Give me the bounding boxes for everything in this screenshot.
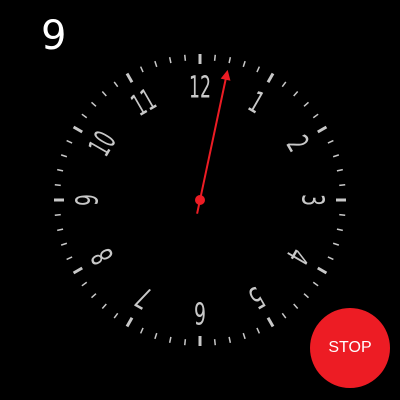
minute-tick xyxy=(183,54,187,61)
minute-tick xyxy=(256,327,261,334)
minute-tick xyxy=(336,168,343,172)
numeral-3: 3 xyxy=(295,194,330,206)
minute-tick xyxy=(281,312,287,319)
numeral-5: 5 xyxy=(242,279,270,315)
numeral-8: 8 xyxy=(85,242,121,270)
minute-tick xyxy=(242,332,246,340)
numeral-4: 4 xyxy=(279,242,315,270)
numeral-12: 12 xyxy=(189,71,211,106)
minute-tick xyxy=(228,57,232,64)
hour-tick xyxy=(125,317,134,328)
minute-tick xyxy=(139,327,144,334)
minute-tick xyxy=(113,312,119,319)
minute-tick xyxy=(281,81,287,88)
minute-tick xyxy=(303,293,310,299)
minute-tick xyxy=(54,183,61,187)
minute-tick xyxy=(57,168,64,172)
minute-tick xyxy=(213,339,217,346)
minute-tick xyxy=(332,154,340,158)
minute-tick xyxy=(101,303,107,310)
minute-tick xyxy=(213,54,217,61)
minute-tick xyxy=(60,154,68,158)
hour-tick xyxy=(266,317,275,328)
minute-tick xyxy=(57,228,64,232)
hour-tick xyxy=(317,266,328,275)
minute-tick xyxy=(339,183,346,187)
minute-tick xyxy=(81,281,88,287)
minute-tick xyxy=(66,139,73,144)
minute-tick xyxy=(336,228,343,232)
hour-tick xyxy=(125,72,134,83)
hour-tick xyxy=(72,266,83,275)
minute-tick xyxy=(183,339,187,346)
minute-tick xyxy=(293,303,299,310)
hour-tick xyxy=(317,125,328,134)
hour-tick xyxy=(266,72,275,83)
minute-tick xyxy=(168,336,172,343)
numeral-10: 10 xyxy=(82,126,123,163)
numeral-7: 7 xyxy=(130,279,158,315)
minute-tick xyxy=(256,66,261,73)
minute-tick xyxy=(60,242,68,246)
hour-tick xyxy=(72,125,83,134)
numeral-2: 2 xyxy=(279,130,315,158)
minute-tick xyxy=(332,242,340,246)
minute-tick xyxy=(90,293,97,299)
minute-tick xyxy=(242,60,246,68)
minute-tick xyxy=(228,336,232,343)
minute-tick xyxy=(327,256,334,261)
minute-tick xyxy=(66,256,73,261)
minute-tick xyxy=(101,90,107,97)
minute-tick xyxy=(113,81,119,88)
minute-tick xyxy=(90,101,97,107)
hand-pivot xyxy=(195,195,205,205)
stop-button[interactable]: STOP xyxy=(310,308,390,388)
minute-tick xyxy=(312,113,319,119)
numeral-1: 1 xyxy=(242,85,270,121)
minute-tick xyxy=(303,101,310,107)
second-hand-arrow xyxy=(220,69,231,81)
numeral-11: 11 xyxy=(126,82,163,123)
numeral-6: 6 xyxy=(194,295,206,330)
minute-tick xyxy=(293,90,299,97)
minute-tick xyxy=(339,213,346,217)
minute-tick xyxy=(81,113,88,119)
minute-tick xyxy=(154,60,158,68)
numeral-9: 9 xyxy=(71,194,106,206)
minute-tick xyxy=(139,66,144,73)
minute-tick xyxy=(168,57,172,64)
minute-tick xyxy=(312,281,319,287)
minute-tick xyxy=(54,213,61,217)
minute-tick xyxy=(327,139,334,144)
minute-tick xyxy=(154,332,158,340)
